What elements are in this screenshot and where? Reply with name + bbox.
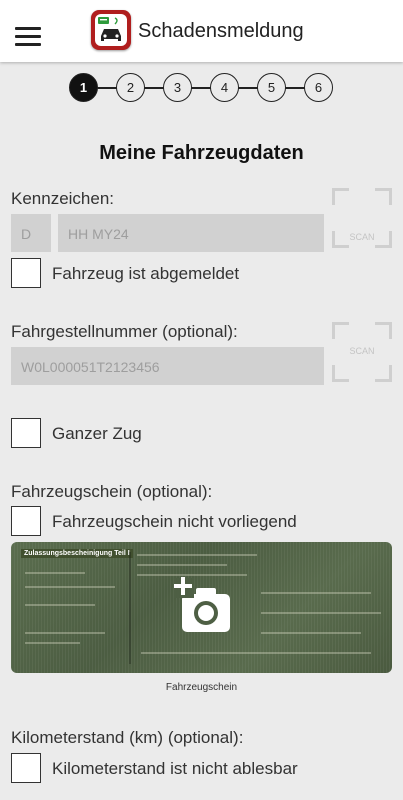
doc-text-row: [25, 632, 105, 634]
doc-text-row: [261, 612, 381, 614]
vin-scan-button[interactable]: SCAN: [332, 322, 392, 382]
doc-text-row: [141, 652, 371, 654]
app-title: Schadensmeldung: [138, 20, 304, 42]
vin-label: Fahrgestellnummer (optional):: [11, 322, 238, 341]
plate-scan-label: SCAN: [349, 232, 375, 242]
vin-value: W0L000051T2123456: [21, 359, 160, 375]
doc-text-row: [137, 554, 257, 556]
step-4[interactable]: 4: [210, 73, 239, 102]
plate-country-value: D: [21, 226, 32, 242]
doc-image-title: Zulassungsbescheinigung Teil I: [21, 549, 133, 558]
step-1[interactable]: 1: [69, 73, 98, 102]
step-6[interactable]: 6: [304, 73, 333, 102]
progress-stepper: 1 2 3 4 5 6: [69, 73, 333, 103]
page-title: Meine Fahrzeugdaten: [99, 142, 304, 164]
mileage-not-readable-label: Kilometerstand ist nicht ablesbar: [52, 759, 298, 778]
doc-text-row: [25, 572, 85, 574]
doc-text-row: [25, 586, 115, 588]
vin-field[interactable]: W0L000051T2123456: [11, 347, 324, 385]
step-2[interactable]: 2: [116, 73, 145, 102]
plate-country-field[interactable]: D: [11, 214, 51, 252]
plate-number-field[interactable]: HH MY24: [58, 214, 324, 252]
mileage-not-readable-checkbox[interactable]: [11, 753, 41, 783]
registration-doc-caption: Fahrzeugschein: [165, 682, 238, 693]
doc-divider: [129, 552, 131, 664]
doc-text-row: [137, 564, 227, 566]
doc-text-row: [25, 604, 95, 606]
step-3[interactable]: 3: [163, 73, 192, 102]
step-5[interactable]: 5: [257, 73, 286, 102]
plate-number-value: HH MY24: [68, 226, 129, 242]
doc-text-row: [25, 642, 80, 644]
whole-train-checkbox[interactable]: [11, 418, 41, 448]
app-bar: Schadensmeldung: [0, 0, 403, 62]
plate-label: Kennzeichen:: [11, 189, 115, 208]
hamburger-menu-icon[interactable]: [15, 27, 41, 47]
whole-train-label: Ganzer Zug: [52, 424, 142, 443]
registration-doc-label: Fahrzeugschein (optional):: [11, 482, 213, 501]
deregistered-label: Fahrzeug ist abgemeldet: [52, 264, 240, 283]
plate-scan-button[interactable]: SCAN: [332, 188, 392, 248]
doc-not-available-checkbox[interactable]: [11, 506, 41, 536]
registration-doc-photo[interactable]: Zulassungsbescheinigung Teil I: [11, 542, 392, 673]
app-logo-icon: [91, 10, 131, 50]
doc-text-row: [261, 632, 361, 634]
doc-text-row: [261, 592, 371, 594]
mileage-label: Kilometerstand (km) (optional):: [11, 728, 244, 747]
deregistered-checkbox[interactable]: [11, 258, 41, 288]
add-photo-camera-icon: [174, 577, 230, 632]
vin-scan-label: SCAN: [349, 346, 375, 356]
doc-not-available-label: Fahrzeugschein nicht vorliegend: [52, 512, 297, 531]
